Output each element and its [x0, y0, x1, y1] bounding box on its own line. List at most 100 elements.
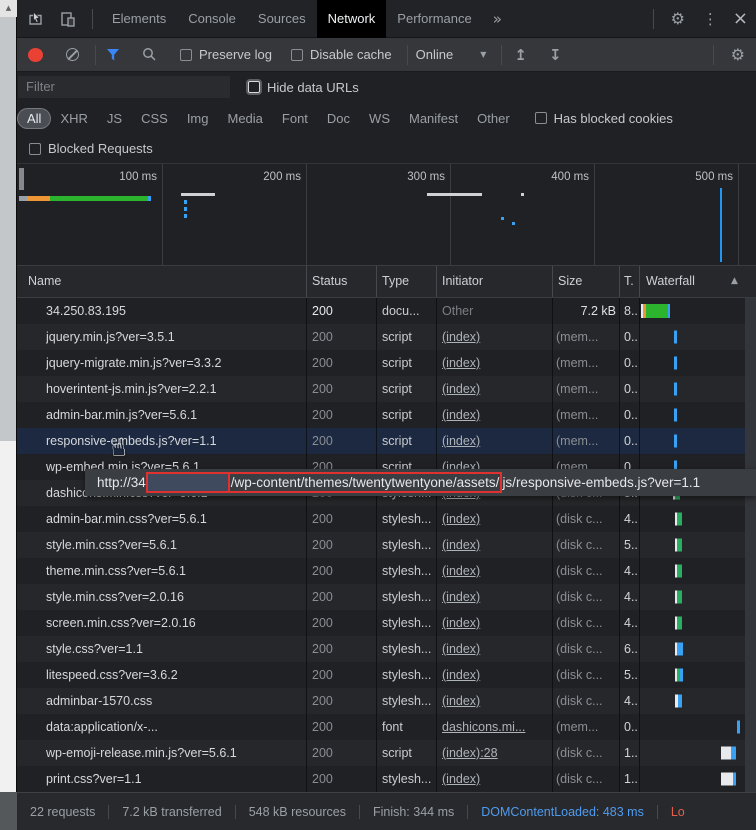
request-initiator[interactable]: (index) — [442, 688, 550, 714]
table-scrollbar[interactable] — [745, 298, 756, 792]
request-name[interactable]: screen.min.css?ver=2.0.16 — [46, 610, 304, 636]
request-name[interactable]: jquery-migrate.min.js?ver=3.3.2 — [46, 350, 304, 376]
page-scrollbar[interactable]: ▲ — [0, 0, 17, 830]
column-header-name[interactable]: Name — [28, 266, 61, 297]
table-row[interactable]: wp-emoji-release.min.js?ver=5.6.1200scri… — [17, 740, 756, 766]
import-har-icon[interactable]: ↥ — [510, 46, 531, 64]
table-row[interactable]: 34.250.83.195200docu...Other7.2 kB8.. — [17, 298, 756, 324]
filter-funnel-icon[interactable] — [104, 49, 122, 61]
inspect-element-icon[interactable] — [17, 10, 52, 27]
filter-pill-doc[interactable]: Doc — [318, 109, 359, 128]
column-header-status[interactable]: Status — [312, 266, 347, 297]
request-initiator[interactable]: (index) — [442, 402, 550, 428]
filter-input[interactable]: Filter — [18, 76, 230, 98]
filter-pill-all[interactable]: All — [18, 109, 50, 128]
clear-network-log-icon[interactable] — [66, 48, 79, 61]
search-icon[interactable] — [122, 47, 157, 62]
request-initiator[interactable]: (index) — [442, 376, 550, 402]
request-initiator[interactable]: (index) — [442, 766, 550, 792]
request-name[interactable]: admin-bar.min.css?ver=5.6.1 — [46, 506, 304, 532]
tab-console[interactable]: Console — [177, 0, 247, 38]
disable-cache-checkbox[interactable] — [291, 49, 303, 61]
column-header-waterfall[interactable]: Waterfall — [646, 266, 695, 297]
column-header-size[interactable]: Size — [558, 266, 582, 297]
table-row[interactable]: style.min.css?ver=2.0.16200stylesh...(in… — [17, 584, 756, 610]
request-name[interactable]: style.min.css?ver=2.0.16 — [46, 584, 304, 610]
request-initiator[interactable]: (index) — [442, 350, 550, 376]
request-name[interactable]: print.css?ver=1.1 — [46, 766, 304, 792]
request-initiator[interactable]: (index) — [442, 428, 550, 454]
request-name[interactable]: jquery.min.js?ver=3.5.1 — [46, 324, 304, 350]
network-overview-timeline[interactable]: 100 ms200 ms300 ms400 ms500 ms — [17, 163, 756, 265]
request-initiator[interactable]: dashicons.mi... — [442, 714, 550, 740]
request-initiator[interactable]: (index) — [442, 662, 550, 688]
waterfall-bar — [674, 331, 677, 344]
table-row[interactable]: jquery.min.js?ver=3.5.1200script(index)(… — [17, 324, 756, 350]
tab-sources[interactable]: Sources — [247, 0, 317, 38]
request-name[interactable]: theme.min.css?ver=5.6.1 — [46, 558, 304, 584]
table-row[interactable]: theme.min.css?ver=5.6.1200stylesh...(ind… — [17, 558, 756, 584]
table-row[interactable]: jquery-migrate.min.js?ver=3.3.2200script… — [17, 350, 756, 376]
request-initiator[interactable]: (index) — [442, 584, 550, 610]
request-initiator[interactable]: (index) — [442, 324, 550, 350]
column-header-initiator[interactable]: Initiator — [442, 266, 483, 297]
table-row[interactable]: litespeed.css?ver=3.6.2200stylesh...(ind… — [17, 662, 756, 688]
filter-pill-js[interactable]: JS — [98, 109, 131, 128]
table-row[interactable]: responsive-embeds.js?ver=1.1200script(in… — [17, 428, 756, 454]
request-name[interactable]: 34.250.83.195 — [46, 298, 304, 324]
filter-pill-other[interactable]: Other — [468, 109, 519, 128]
filter-pill-font[interactable]: Font — [273, 109, 317, 128]
table-row[interactable]: style.min.css?ver=5.6.1200stylesh...(ind… — [17, 532, 756, 558]
device-toolbar-icon[interactable] — [52, 11, 84, 27]
table-row[interactable]: admin-bar.min.js?ver=5.6.1200script(inde… — [17, 402, 756, 428]
filter-pill-xhr[interactable]: XHR — [51, 109, 96, 128]
table-row[interactable]: hoverintent-js.min.js?ver=2.2.1200script… — [17, 376, 756, 402]
request-name[interactable]: style.css?ver=1.1 — [46, 636, 304, 662]
request-initiator[interactable]: (index) — [442, 506, 550, 532]
throttling-select[interactable]: Online — [416, 47, 454, 62]
timeline-bar — [148, 196, 151, 201]
filter-pill-ws[interactable]: WS — [360, 109, 399, 128]
request-name[interactable]: data:application/x-... — [46, 714, 304, 740]
filter-pill-css[interactable]: CSS — [132, 109, 177, 128]
tab-network[interactable]: Network — [317, 0, 387, 38]
request-initiator[interactable]: (index) — [442, 610, 550, 636]
table-row[interactable]: data:application/x-...200fontdashicons.m… — [17, 714, 756, 740]
request-name[interactable]: admin-bar.min.js?ver=5.6.1 — [46, 402, 304, 428]
tab-elements[interactable]: Elements — [101, 0, 177, 38]
request-name[interactable]: adminbar-1570.css — [46, 688, 304, 714]
request-name[interactable]: wp-emoji-release.min.js?ver=5.6.1 — [46, 740, 304, 766]
page-scrollbar-thumb[interactable] — [0, 17, 16, 441]
request-name[interactable]: hoverintent-js.min.js?ver=2.2.1 — [46, 376, 304, 402]
request-initiator[interactable]: (index) — [442, 558, 550, 584]
kebab-menu-icon[interactable]: ⋮ — [694, 10, 727, 28]
filter-pill-img[interactable]: Img — [178, 109, 218, 128]
close-devtools-icon[interactable]: × — [727, 8, 756, 29]
has-blocked-cookies-checkbox[interactable] — [535, 112, 547, 124]
column-header-t[interactable]: T. — [624, 266, 634, 297]
request-name[interactable]: responsive-embeds.js?ver=1.1 — [46, 428, 304, 454]
hide-data-urls-checkbox[interactable] — [248, 81, 260, 93]
table-row[interactable]: screen.min.css?ver=2.0.16200stylesh...(i… — [17, 610, 756, 636]
network-settings-gear-icon[interactable]: ⚙ — [722, 45, 754, 64]
record-network-log-button[interactable] — [28, 48, 43, 62]
request-name[interactable]: litespeed.css?ver=3.6.2 — [46, 662, 304, 688]
request-initiator[interactable]: (index):28 — [442, 740, 550, 766]
preserve-log-checkbox[interactable] — [180, 49, 192, 61]
tab-performance[interactable]: Performance — [386, 0, 482, 38]
filter-pill-media[interactable]: Media — [218, 109, 271, 128]
column-header-type[interactable]: Type — [382, 266, 409, 297]
scrollbar-up-arrow-icon[interactable]: ▲ — [0, 0, 17, 17]
request-initiator[interactable]: (index) — [442, 636, 550, 662]
settings-gear-icon[interactable]: ⚙ — [662, 9, 694, 28]
request-initiator[interactable]: (index) — [442, 532, 550, 558]
table-row[interactable]: admin-bar.min.css?ver=5.6.1200stylesh...… — [17, 506, 756, 532]
filter-pill-manifest[interactable]: Manifest — [400, 109, 467, 128]
table-row[interactable]: adminbar-1570.css200stylesh...(index)(di… — [17, 688, 756, 714]
request-name[interactable]: style.min.css?ver=5.6.1 — [46, 532, 304, 558]
export-har-icon[interactable]: ↧ — [545, 46, 566, 64]
table-row[interactable]: style.css?ver=1.1200stylesh...(index)(di… — [17, 636, 756, 662]
blocked-requests-checkbox[interactable] — [29, 143, 41, 155]
table-row[interactable]: print.css?ver=1.1200stylesh...(index)(di… — [17, 766, 756, 792]
more-tabs-icon[interactable]: » — [483, 10, 512, 28]
